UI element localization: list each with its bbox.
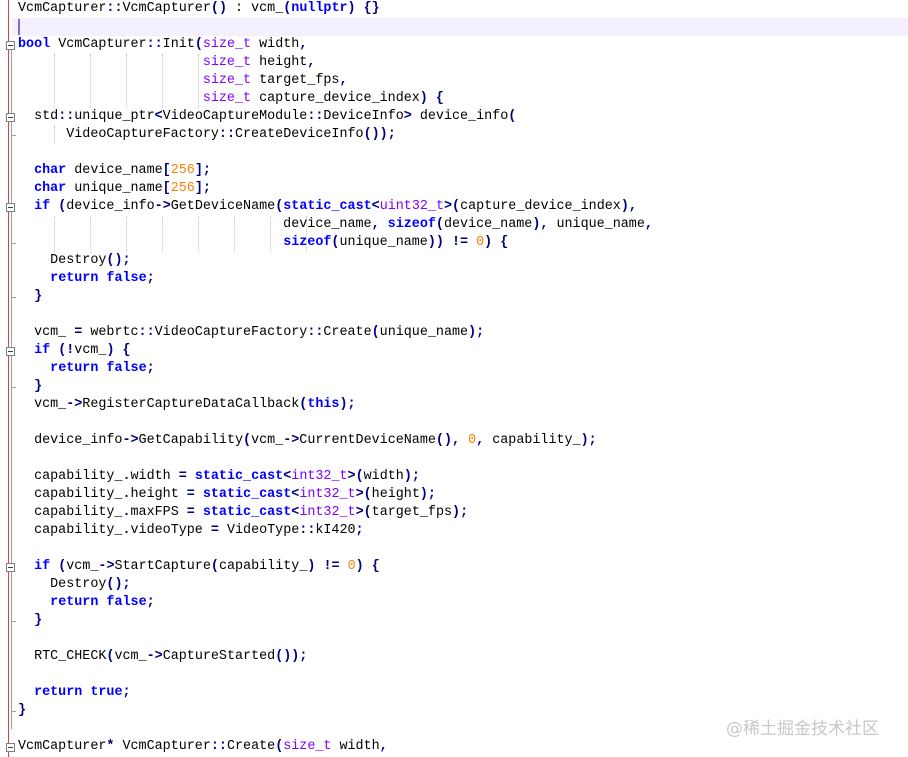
code-line[interactable]: VcmCapturer* VcmCapturer::Create(size_t … <box>18 738 388 756</box>
code-line[interactable]: } <box>18 702 26 720</box>
code-line[interactable]: if (device_info->GetDeviceName(static_ca… <box>18 198 637 216</box>
code-line[interactable]: RTC_CHECK(vcm_->CaptureStarted()); <box>18 648 307 666</box>
code-line[interactable]: vcm_->RegisterCaptureDataCallback(this); <box>18 396 356 414</box>
code-line[interactable]: Destroy(); <box>18 576 130 594</box>
fold-toggle-icon[interactable] <box>6 203 15 212</box>
code-line[interactable]: device_info->GetCapability(vcm_->Current… <box>18 432 597 450</box>
fold-range-bar <box>11 50 12 729</box>
fold-end-mark <box>11 621 16 622</box>
code-line[interactable]: capability_.maxFPS = static_cast<int32_t… <box>18 504 468 522</box>
fold-toggle-icon[interactable] <box>6 743 15 752</box>
code-line[interactable]: char unique_name[256]; <box>18 180 211 198</box>
code-line[interactable]: return false; <box>18 594 155 612</box>
code-line[interactable]: vcm_ = webrtc::VideoCaptureFactory::Crea… <box>18 324 484 342</box>
code-line[interactable]: } <box>18 288 42 306</box>
code-line[interactable]: Destroy(); <box>18 252 130 270</box>
code-line[interactable]: capability_.height = static_cast<int32_t… <box>18 486 436 504</box>
code-line[interactable]: device_name, sizeof(device_name), unique… <box>18 216 653 234</box>
fold-end-mark <box>11 387 16 388</box>
code-line[interactable]: sizeof(unique_name)) != 0) { <box>18 234 508 252</box>
code-line[interactable]: std::unique_ptr<VideoCaptureModule::Devi… <box>18 108 516 126</box>
code-line[interactable]: return true; <box>18 684 130 702</box>
code-line[interactable]: size_t target_fps, <box>18 72 348 90</box>
code-line[interactable]: if (vcm_->StartCapture(capability_) != 0… <box>18 558 380 576</box>
code-line[interactable]: char device_name[256]; <box>18 162 211 180</box>
watermark: @稀土掘金技术社区 <box>726 719 879 739</box>
code-line[interactable]: } <box>18 612 42 630</box>
fold-end-mark <box>11 243 16 244</box>
fold-toggle-icon[interactable] <box>6 41 15 50</box>
code-line[interactable]: return false; <box>18 360 155 378</box>
code-line[interactable]: bool VcmCapturer::Init(size_t width, <box>18 36 307 54</box>
current-line-highlight <box>12 18 908 36</box>
code-line[interactable]: VideoCaptureFactory::CreateDeviceInfo())… <box>18 126 396 144</box>
code-editor[interactable]: VcmCapturer::VcmCapturer() : vcm_(nullpt… <box>0 0 908 757</box>
fold-end-mark <box>11 135 16 136</box>
code-line[interactable]: capability_.videoType = VideoType::kI420… <box>18 522 364 540</box>
code-line[interactable]: capability_.width = static_cast<int32_t>… <box>18 468 420 486</box>
fold-toggle-icon[interactable] <box>6 113 15 122</box>
code-line[interactable]: return false; <box>18 270 155 288</box>
code-line[interactable]: VcmCapturer::VcmCapturer() : vcm_(nullpt… <box>18 0 380 18</box>
text-caret <box>18 19 20 35</box>
code-line[interactable]: size_t capture_device_index) { <box>18 90 444 108</box>
code-line[interactable]: } <box>18 378 42 396</box>
fold-end-mark <box>11 297 16 298</box>
fold-toggle-icon[interactable] <box>6 563 15 572</box>
fold-toggle-icon[interactable] <box>6 347 15 356</box>
code-line[interactable]: if (!vcm_) { <box>18 342 131 360</box>
fold-end-mark <box>11 711 16 712</box>
code-line[interactable]: size_t height, <box>18 54 316 72</box>
